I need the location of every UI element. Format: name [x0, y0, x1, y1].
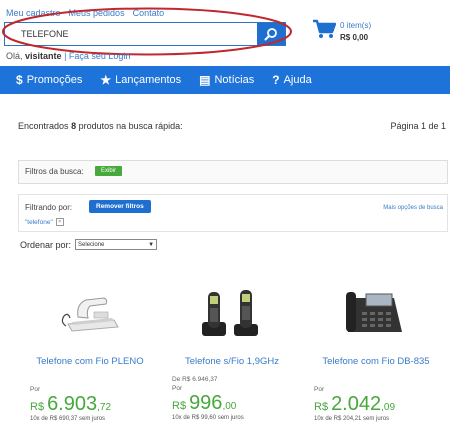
- nav-label: Ajuda: [283, 74, 312, 86]
- price-value: R$ 996 ,00: [172, 392, 244, 415]
- price-currency: R$: [172, 400, 187, 412]
- price-cents: ,72: [97, 402, 112, 413]
- price-installments: 10x de R$ 690,37 sem juros: [30, 416, 106, 422]
- price-integer: 996: [189, 392, 223, 414]
- main-nav: $ Promoções ★ Lançamentos ▤ Notícias ? A…: [0, 66, 450, 94]
- price-old: De R$ 6.946,37: [172, 376, 218, 383]
- price-integer: 6.903: [47, 393, 98, 415]
- price-por-label: Por: [314, 386, 325, 393]
- sort-select[interactable]: Selecione ▼: [75, 239, 158, 250]
- nav-promocoes[interactable]: $ Promoções: [16, 73, 82, 87]
- price-integer: 2.042: [331, 393, 382, 415]
- dollar-icon: $: [16, 73, 23, 87]
- sort-label: Ordenar por:: [20, 239, 72, 250]
- cart-total: R$ 0,00: [340, 33, 369, 42]
- product-price-db835: Por R$ 2.042 ,09 10x de R$ 204,21 sem ju…: [314, 386, 395, 422]
- filtering-label: Filtrando por:: [25, 203, 73, 212]
- product-name-db835[interactable]: Telefone com Fio DB-835: [304, 356, 448, 367]
- product-name-pleno[interactable]: Telefone com Fio PLENO: [18, 356, 162, 367]
- nav-label: Lançamentos: [115, 74, 182, 86]
- filter-tag: "telefone" ×: [25, 218, 64, 226]
- greeting: Olá, visitante | Faça seu Login: [6, 51, 130, 61]
- product-image-sem-fio[interactable]: [200, 288, 262, 340]
- results-count: Encontrados 8 produtos na busca rápida:: [18, 121, 183, 131]
- sort-selected: Selecione: [78, 241, 105, 248]
- results-suffix: produtos na busca rápida:: [78, 121, 183, 131]
- price-value: R$ 6.903 ,72: [30, 393, 111, 416]
- filters-panel: Filtros da busca: Exibir: [18, 160, 448, 184]
- results-number: 8: [71, 121, 77, 131]
- close-icon[interactable]: ×: [55, 218, 64, 226]
- nav-noticias[interactable]: ▤ Notícias: [199, 73, 254, 87]
- product-image-db835[interactable]: [344, 288, 404, 340]
- question-icon: ?: [272, 73, 280, 87]
- nav-label: Promoções: [26, 74, 83, 86]
- price-value: R$ 2.042 ,09: [314, 393, 395, 416]
- nav-lancamentos[interactable]: ★ Lançamentos: [100, 73, 181, 87]
- newspaper-icon: ▤: [199, 73, 211, 87]
- results-prefix: Encontrados: [18, 121, 69, 131]
- filter-tag-label: "telefone": [25, 218, 53, 226]
- highlight-ellipse: [2, 7, 292, 56]
- more-search-options-link[interactable]: Mais opções de busca: [383, 205, 443, 211]
- login-link[interactable]: | Faça seu Login: [64, 51, 130, 61]
- show-filters-button[interactable]: Exibir: [95, 166, 123, 176]
- chevron-down-icon: ▼: [148, 241, 155, 248]
- sort-control: Ordenar por: Selecione ▼: [20, 239, 158, 250]
- remove-filters-button[interactable]: Remover filtros: [89, 200, 151, 213]
- cart-items: 0 item(s): [340, 21, 372, 30]
- price-currency: R$: [314, 401, 329, 413]
- greeting-user: visitante: [25, 51, 62, 61]
- price-por-label: Por: [172, 385, 183, 392]
- product-price-sem-fio: De R$ 6.946,37 Por R$ 996 ,00 10x de R$ …: [172, 376, 244, 421]
- greeting-prefix: Olá,: [6, 51, 23, 61]
- cart-summary[interactable]: 0 item(s) R$ 0,00: [340, 20, 371, 44]
- cart-icon[interactable]: [312, 18, 336, 40]
- page-indicator: Página 1 de 1: [390, 121, 446, 131]
- price-installments: 10x de R$ 204,21 sem juros: [314, 416, 390, 422]
- nav-label: Notícias: [214, 74, 255, 86]
- product-price-pleno: Por R$ 6.903 ,72 10x de R$ 690,37 sem ju…: [30, 386, 111, 422]
- price-cents: ,09: [381, 402, 396, 413]
- price-currency: R$: [30, 401, 45, 413]
- product-name-sem-fio[interactable]: Telefone s/Fio 1,9GHz: [160, 356, 304, 367]
- price-cents: ,00: [222, 401, 237, 412]
- product-image-pleno[interactable]: [58, 294, 124, 334]
- star-icon: ★: [100, 73, 112, 87]
- price-installments: 10x de R$ 99,60 sem juros: [172, 415, 244, 421]
- nav-ajuda[interactable]: ? Ajuda: [272, 73, 311, 87]
- price-por-label: Por: [30, 386, 41, 393]
- active-filters-panel: Filtrando por: Remover filtros Mais opçõ…: [18, 194, 448, 232]
- filters-label: Filtros da busca:: [25, 167, 84, 176]
